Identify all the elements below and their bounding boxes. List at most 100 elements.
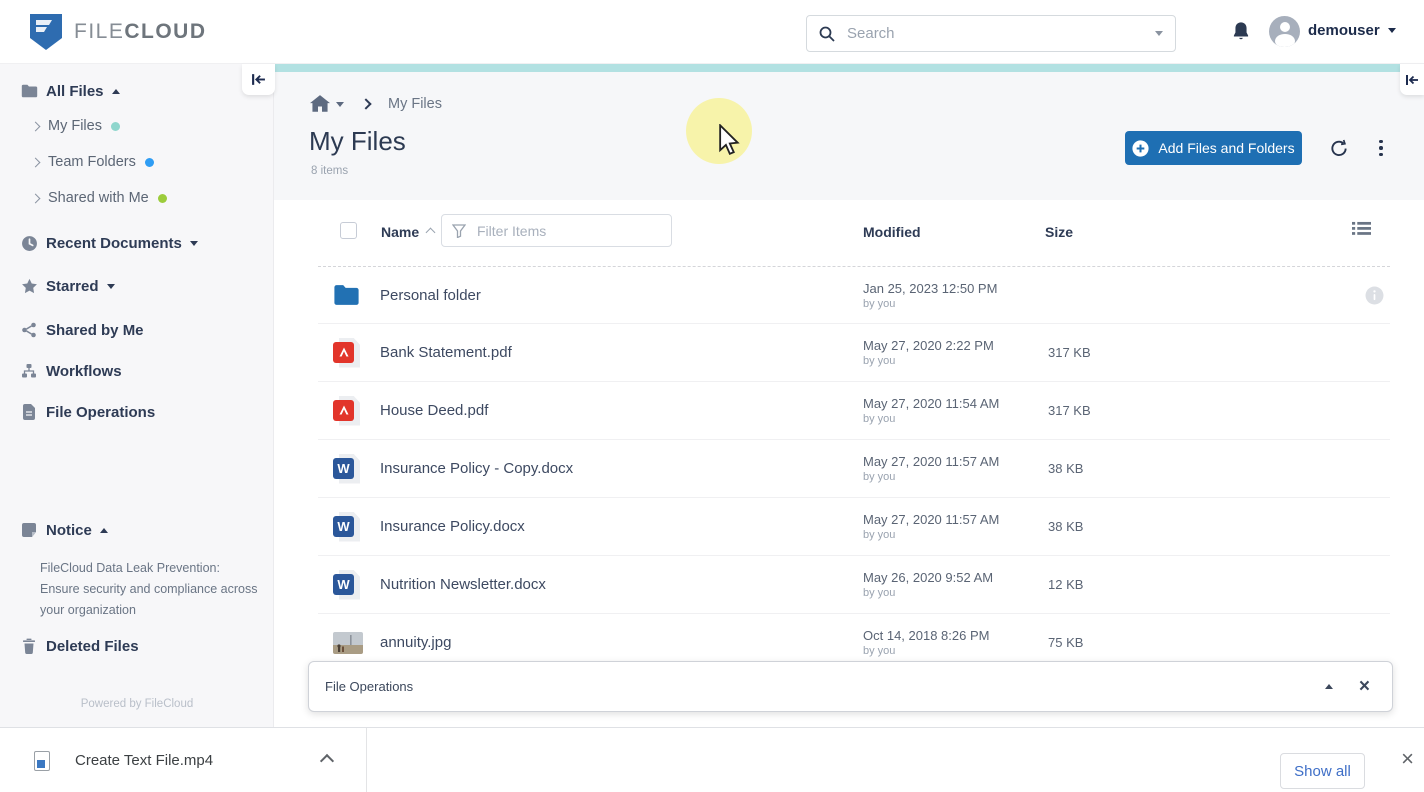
breadcrumb-caret-icon[interactable] <box>336 101 344 107</box>
filecloud-logo[interactable]: FILECLOUD <box>28 13 207 51</box>
image-thumbnail <box>333 631 363 654</box>
file-list: Personal folder Jan 25, 2023 12:50 PM by … <box>318 266 1390 672</box>
search-input[interactable] <box>847 25 1155 42</box>
refresh-icon[interactable] <box>1329 138 1349 158</box>
word-file-icon: W <box>333 511 360 542</box>
filecloud-shield-icon <box>30 14 62 50</box>
sidebar-item-starred[interactable]: Starred <box>20 274 115 298</box>
sidebar-item-file-operations[interactable]: File Operations <box>20 400 155 424</box>
note-icon <box>20 521 38 539</box>
list-view-icon[interactable] <box>1352 221 1371 236</box>
username-label[interactable]: demouser <box>1308 22 1380 39</box>
filter-items-input[interactable] <box>477 222 661 239</box>
workflow-icon <box>20 362 38 380</box>
word-file-icon: W <box>333 569 360 600</box>
sidebar: All Files My Files Team Folders Shared w… <box>0 64 274 727</box>
caret-up-icon <box>111 88 120 94</box>
word-file-icon: W <box>333 453 360 484</box>
breadcrumb: My Files <box>310 94 442 114</box>
table-header: Name Modified Size <box>274 200 1424 266</box>
pdf-file-icon <box>333 337 360 368</box>
user-avatar[interactable] <box>1269 16 1300 47</box>
search-dropdown-caret-icon[interactable] <box>1155 31 1163 36</box>
table-row-house-deed[interactable]: House Deed.pdf May 27, 2020 11:54 AM by y… <box>318 382 1390 440</box>
mouse-cursor <box>719 124 740 156</box>
caret-down-icon <box>106 283 115 289</box>
page-title: My Files <box>309 126 406 156</box>
breadcrumb-chevron-icon <box>360 98 372 110</box>
sidebar-item-team-folders[interactable]: Team Folders <box>30 150 154 174</box>
status-dot-teal <box>110 121 120 131</box>
plus-circle-icon <box>1132 139 1149 157</box>
share-icon <box>20 321 38 339</box>
sidebar-item-workflows[interactable]: Workflows <box>20 359 122 383</box>
chevron-right-icon <box>30 121 41 131</box>
document-icon <box>20 403 38 421</box>
download-file-name: Create Text File.mp4 <box>75 752 214 769</box>
info-icon[interactable] <box>1365 286 1384 305</box>
filter-box[interactable] <box>441 214 672 247</box>
table-row-insurance-policy[interactable]: W Insurance Policy.docx May 27, 2020 11:… <box>318 498 1390 556</box>
sidebar-section-notice[interactable]: Notice <box>20 518 108 542</box>
search-icon <box>819 26 835 42</box>
filter-funnel-icon <box>452 223 466 238</box>
collapse-left-icon <box>1406 74 1418 85</box>
status-dot-green <box>157 193 167 203</box>
select-all-checkbox[interactable] <box>340 222 357 239</box>
column-header-modified[interactable]: Modified <box>863 224 921 240</box>
collapse-left-icon <box>252 74 265 85</box>
star-icon <box>20 277 38 295</box>
table-row-nutrition-newsletter[interactable]: W Nutrition Newsletter.docx May 26, 2020… <box>318 556 1390 614</box>
media-file-icon <box>34 750 50 771</box>
chevron-right-icon <box>30 157 41 167</box>
table-row-insurance-policy-copy[interactable]: W Insurance Policy - Copy.docx May 27, 2… <box>318 440 1390 498</box>
folder-icon <box>334 285 359 305</box>
sidebar-item-shared-by-me[interactable]: Shared by Me <box>20 318 144 342</box>
accent-strip <box>274 64 1402 72</box>
add-files-and-folders-button[interactable]: Add Files and Folders <box>1125 131 1302 165</box>
column-header-size[interactable]: Size <box>1045 224 1073 240</box>
status-dot-blue <box>144 157 154 167</box>
download-bar: Create Text File.mp4 Show all × <box>0 727 1424 792</box>
caret-down-icon <box>189 240 198 246</box>
sidebar-item-deleted-files[interactable]: Deleted Files <box>20 634 139 658</box>
sidebar-item-my-files[interactable]: My Files <box>30 114 120 138</box>
top-bar: FILECLOUD demouser <box>0 0 1424 64</box>
sidebar-collapse-button[interactable] <box>242 64 275 95</box>
main-content: My Files My Files 8 items Add Files and … <box>274 64 1424 727</box>
sidebar-item-recent-documents[interactable]: Recent Documents <box>20 231 198 255</box>
home-icon[interactable] <box>310 95 330 113</box>
clock-icon <box>20 234 38 252</box>
collapse-panel-icon[interactable] <box>1324 684 1333 689</box>
divider <box>366 728 367 792</box>
notice-text: FileCloud Data Leak Prevention: Ensure s… <box>40 561 258 617</box>
table-row-bank-statement[interactable]: Bank Statement.pdf May 27, 2020 2:22 PM b… <box>318 324 1390 382</box>
search-box[interactable] <box>806 15 1176 52</box>
item-count: 8 items <box>311 165 349 177</box>
filecloud-app: FILECLOUD demouser All Files My Files <box>0 0 1424 792</box>
sort-ascending-icon[interactable] <box>425 227 436 238</box>
breadcrumb-current[interactable]: My Files <box>388 96 442 112</box>
file-operations-title: File Operations <box>325 679 414 694</box>
folder-icon <box>20 82 38 100</box>
download-chevron-up-icon[interactable] <box>319 753 335 769</box>
table-row-personal-folder[interactable]: Personal folder Jan 25, 2023 12:50 PM by … <box>318 266 1390 324</box>
powered-by-label: Powered by FileCloud <box>80 698 194 710</box>
column-header-name[interactable]: Name <box>381 224 419 240</box>
close-icon[interactable]: × <box>1359 677 1370 696</box>
logo-text: FILECLOUD <box>74 20 207 43</box>
user-menu-caret-icon[interactable] <box>1388 28 1396 33</box>
chevron-right-icon <box>30 193 41 203</box>
show-all-button[interactable]: Show all <box>1280 753 1365 789</box>
panel-collapse-button-right[interactable] <box>1400 64 1424 95</box>
sidebar-item-all-files[interactable]: All Files <box>20 79 120 103</box>
file-operations-panel[interactable]: File Operations × <box>308 661 1393 712</box>
more-options-kebab-icon[interactable] <box>1375 138 1387 158</box>
caret-up-icon <box>99 527 108 533</box>
notifications-bell-icon[interactable] <box>1232 21 1250 41</box>
download-item[interactable]: Create Text File.mp4 <box>34 728 213 792</box>
trash-icon <box>20 637 38 655</box>
download-bar-close-icon[interactable]: × <box>1401 748 1414 770</box>
pdf-file-icon <box>333 395 360 426</box>
sidebar-item-shared-with-me[interactable]: Shared with Me <box>30 186 167 210</box>
